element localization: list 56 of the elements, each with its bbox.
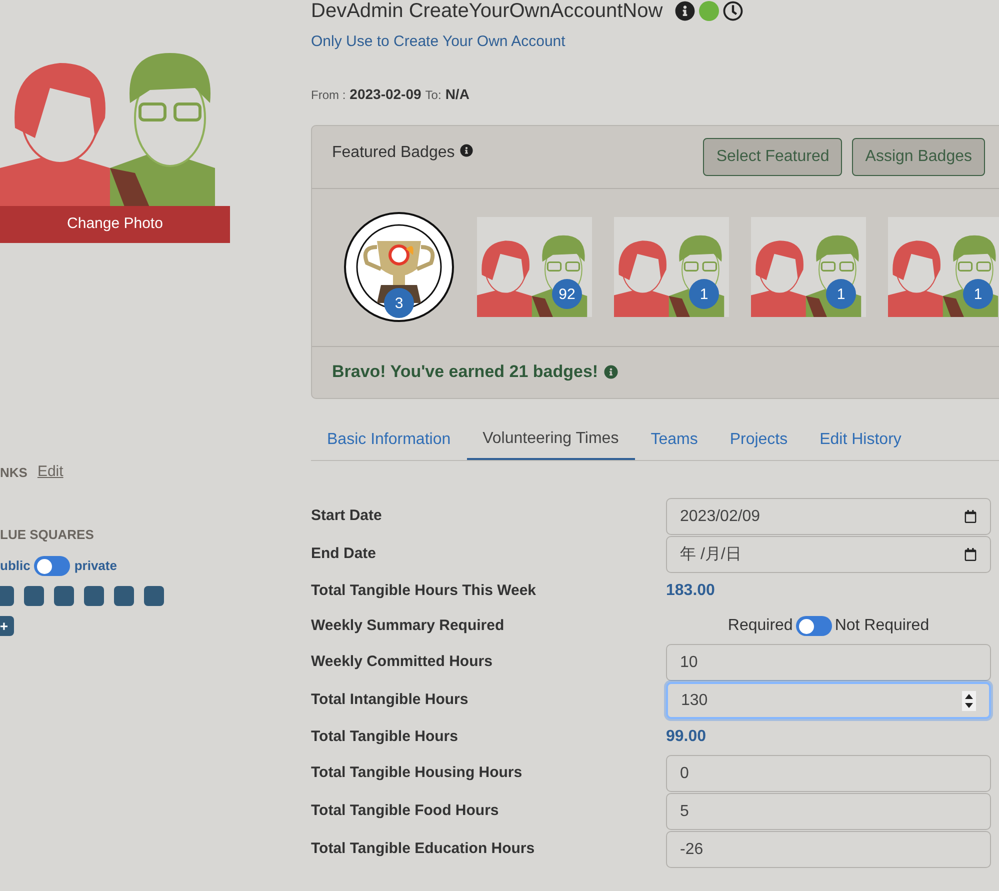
change-photo-button[interactable]: Change Photo <box>0 206 230 243</box>
toggle-switch[interactable] <box>34 556 70 576</box>
toggle-label: Required <box>728 616 793 636</box>
info-icon[interactable] <box>604 365 618 379</box>
badge-summary: Bravo! You've earned 21 badges! <box>332 361 598 384</box>
to-label: To: <box>425 86 442 104</box>
tab[interactable]: Edit History <box>804 420 918 460</box>
info-icon[interactable] <box>674 1 695 21</box>
edit-link[interactable]: Edit <box>37 461 64 484</box>
panel-title: Featured Badges <box>332 142 455 162</box>
info-icon[interactable] <box>460 144 473 156</box>
date-field[interactable]: 2023/02/09 <box>666 498 991 535</box>
field-label: Total Tangible Hours <box>311 726 458 747</box>
field-label: Weekly Committed Hours <box>311 652 492 672</box>
square-marker[interactable] <box>144 586 164 606</box>
input-field[interactable]: 5 <box>666 793 991 830</box>
field-label: Total Tangible Food Hours <box>311 801 499 822</box>
square-marker[interactable] <box>0 586 14 606</box>
tab[interactable]: Projects <box>714 420 804 460</box>
section-label: LUE SQUARES <box>0 526 95 544</box>
hours-value: 99.00 <box>666 727 706 747</box>
calendar-icon[interactable] <box>964 548 977 561</box>
square-marker[interactable] <box>24 586 44 606</box>
field-label: Weekly Summary Required <box>311 616 504 636</box>
privacy-label: private <box>74 557 117 576</box>
from-date: 2023-02-09 <box>350 84 422 104</box>
from-label: From : <box>311 86 346 104</box>
tab[interactable]: Basic Information <box>311 420 467 460</box>
input-field[interactable]: 0 <box>666 755 991 792</box>
toggle-switch[interactable] <box>796 616 832 636</box>
field-label: Start Date <box>311 506 382 526</box>
privacy-label: ublic <box>0 557 30 576</box>
field-label: Total Tangible Hours This Week <box>311 580 536 601</box>
square-marker[interactable] <box>84 586 104 606</box>
calendar-icon[interactable] <box>964 510 977 523</box>
date-field[interactable]: 年 /月/日 <box>666 536 991 573</box>
square-marker[interactable] <box>114 586 134 606</box>
clock-icon[interactable] <box>722 1 743 21</box>
toggle-label: Not Required <box>834 616 930 636</box>
to-value: N/A <box>445 84 470 104</box>
field-label: Total Intangible Hours <box>311 690 468 710</box>
user-name: DevAdmin CreateYourOwnAccountNow <box>311 0 663 24</box>
field-label: Total Tangible Education Hours <box>311 839 535 860</box>
square-marker[interactable] <box>54 586 74 606</box>
input-field[interactable]: -26 <box>666 831 991 868</box>
input-field[interactable]: 10 <box>666 644 991 681</box>
tab[interactable]: Volunteering Times <box>466 420 635 460</box>
section-label: NKS <box>0 464 28 482</box>
number-field[interactable]: 130 <box>666 682 991 719</box>
field-label: Total Tangible Housing Hours <box>311 763 522 784</box>
spinner-icon[interactable] <box>962 690 976 710</box>
field-label: End Date <box>311 544 376 564</box>
tab[interactable]: Teams <box>634 420 714 460</box>
subtitle-link[interactable]: Only Use to Create Your Own Account <box>311 31 566 54</box>
hours-value: 183.00 <box>666 581 715 601</box>
add-button[interactable]: + <box>0 616 14 636</box>
